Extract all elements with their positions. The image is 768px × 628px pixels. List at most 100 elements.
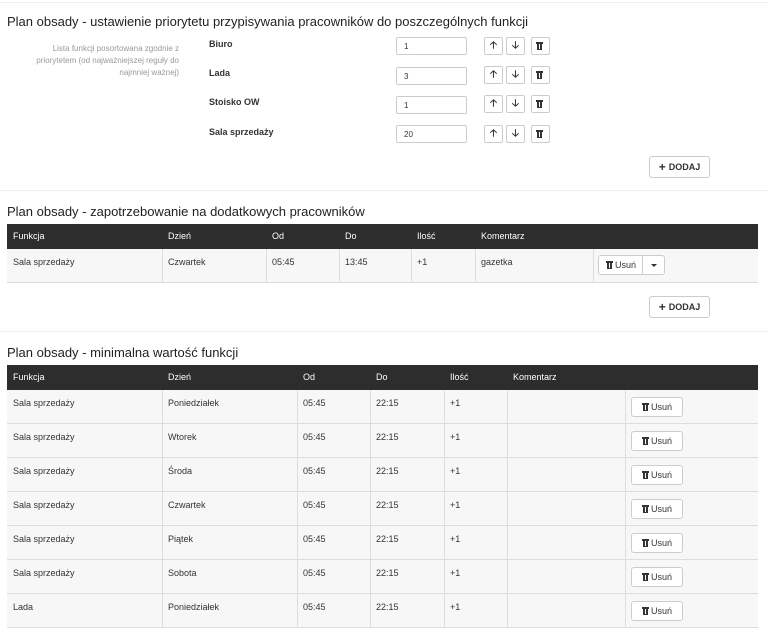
- table-row: Sala sprzedaży Wtorek 05:45 22:15 +1 Usuń: [7, 424, 758, 458]
- table-row: Sala sprzedaży Czwartek 05:45 13:45 +1 g…: [7, 249, 758, 283]
- extra-table-header: Funkcja Dzień Od Do Ilość Komentarz: [7, 224, 758, 249]
- delete-split-button: Usuń: [598, 255, 665, 275]
- cell-funkcja: Sala sprzedaży: [13, 500, 75, 510]
- delete-label: Usuń: [650, 606, 672, 616]
- add-priority-label: DODAJ: [668, 162, 701, 172]
- priority-label-stoisko-ow: Stoisko OW: [209, 97, 260, 107]
- column-header-od: Od: [272, 231, 285, 241]
- column-header-do: Do: [345, 231, 357, 241]
- delete-priority-button[interactable]: [531, 37, 550, 55]
- table-row: Lada Poniedziałek 05:45 22:15 +1 Usuń: [7, 594, 758, 628]
- delete-label: Usuń: [650, 572, 672, 582]
- caret-down-icon: [650, 263, 657, 267]
- cell-dzien: Wtorek: [168, 432, 197, 442]
- arrow-down-icon: 🡣: [511, 98, 520, 109]
- delete-priority-button[interactable]: [531, 125, 550, 143]
- trash-icon: [536, 71, 543, 79]
- plus-icon: +: [658, 300, 666, 314]
- move-up-button[interactable]: 🡡: [484, 66, 503, 84]
- plus-icon: +: [658, 160, 666, 174]
- arrow-up-icon: 🡡: [489, 128, 498, 139]
- delete-button[interactable]: Usuń: [631, 567, 683, 587]
- delete-button[interactable]: Usuń: [631, 533, 683, 553]
- column-header-komentarz: Komentarz: [481, 231, 525, 241]
- cell-do: 22:15: [376, 466, 399, 476]
- cell-ilosc: +1: [450, 568, 461, 578]
- cell-ilosc: +1: [450, 432, 461, 442]
- cell-ilosc: +1: [417, 257, 428, 267]
- priority-label-biuro: Biuro: [209, 39, 233, 49]
- move-up-button[interactable]: 🡡: [484, 125, 503, 143]
- add-extra-button[interactable]: + DODAJ: [649, 296, 710, 318]
- delete-dropdown-toggle[interactable]: [642, 256, 664, 274]
- trash-icon: [536, 130, 543, 138]
- table-row: Sala sprzedaży Poniedziałek 05:45 22:15 +1 Us…: [7, 390, 758, 424]
- trash-icon: [536, 42, 543, 50]
- delete-priority-button[interactable]: [531, 66, 550, 84]
- delete-label: Usuń: [650, 504, 672, 514]
- cell-funkcja: Sala sprzedaży: [13, 466, 75, 476]
- cell-dzien: Poniedziałek: [168, 398, 220, 408]
- priority-input-lada[interactable]: 3: [396, 67, 467, 85]
- trash-icon: [641, 607, 649, 615]
- cell-do: 22:15: [376, 534, 399, 544]
- delete-label: Usuń: [650, 538, 672, 548]
- column-header-funkcja: Funkcja: [13, 231, 45, 241]
- column-header-do: Do: [376, 372, 388, 382]
- cell-funkcja: Sala sprzedaży: [13, 398, 75, 408]
- cell-od: 05:45: [303, 466, 326, 476]
- arrow-down-icon: 🡣: [511, 128, 520, 139]
- cell-dzien: Środa: [168, 466, 193, 476]
- delete-button[interactable]: Usuń: [631, 431, 683, 451]
- move-down-button[interactable]: 🡣: [506, 95, 525, 113]
- minimum-table-header: Funkcja Dzień Od Do Ilość Komentarz: [7, 365, 758, 390]
- trash-icon: [641, 471, 649, 479]
- table-row: Sala sprzedaży Czwartek 05:45 22:15 +1 Usuń: [7, 492, 758, 526]
- delete-button[interactable]: Usuń: [599, 256, 642, 274]
- cell-od: 05:45: [303, 602, 326, 612]
- table-row: Sala sprzedaży Środa 05:45 22:15 +1 Usuń: [7, 458, 758, 492]
- cell-od: 05:45: [303, 534, 326, 544]
- delete-button[interactable]: Usuń: [631, 601, 683, 621]
- delete-priority-button[interactable]: [531, 95, 550, 113]
- column-header-dzien: Dzień: [168, 231, 192, 241]
- move-down-button[interactable]: 🡣: [506, 37, 525, 55]
- delete-label: Usuń: [615, 260, 637, 270]
- move-up-button[interactable]: 🡡: [484, 95, 503, 113]
- trash-icon: [606, 261, 613, 269]
- delete-button[interactable]: Usuń: [631, 397, 683, 417]
- cell-funkcja: Lada: [13, 602, 34, 612]
- delete-button[interactable]: Usuń: [631, 465, 683, 485]
- cell-funkcja: Sala sprzedaży: [13, 534, 75, 544]
- cell-do: 22:15: [376, 398, 399, 408]
- cell-dzien: Piątek: [168, 534, 194, 544]
- cell-funkcja: Sala sprzedaży: [13, 568, 75, 578]
- cell-ilosc: +1: [450, 534, 461, 544]
- column-header-ilosc: Ilość: [417, 231, 436, 241]
- cell-dzien: Czwartek: [168, 257, 206, 267]
- trash-icon: [641, 505, 649, 513]
- trash-icon: [641, 437, 649, 445]
- add-priority-button[interactable]: + DODAJ: [649, 156, 710, 178]
- extra-section-title: Plan obsady - zapotrzebowanie na dodatko…: [7, 204, 365, 219]
- move-down-button[interactable]: 🡣: [506, 125, 525, 143]
- priority-input-sala-sprzedazy[interactable]: 20: [396, 125, 467, 143]
- delete-button[interactable]: Usuń: [631, 499, 683, 519]
- move-up-button[interactable]: 🡡: [484, 37, 503, 55]
- delete-label: Usuń: [650, 470, 672, 480]
- move-down-button[interactable]: 🡣: [506, 66, 525, 84]
- priority-hint: Lista funkcji posortowana zgodnie z prio…: [36, 44, 179, 77]
- priority-input-biuro[interactable]: 1: [396, 37, 467, 55]
- trash-icon: [536, 100, 543, 108]
- priority-input-stoisko-ow[interactable]: 1: [396, 96, 467, 114]
- column-header-komentarz: Komentarz: [513, 372, 557, 382]
- trash-icon: [641, 573, 649, 581]
- table-row: Sala sprzedaży Piątek 05:45 22:15 +1 Usuń: [7, 526, 758, 560]
- cell-funkcja: Sala sprzedaży: [13, 257, 75, 267]
- cell-komentarz: gazetka: [481, 257, 513, 267]
- divider: [0, 190, 768, 191]
- column-header-od: Od: [303, 372, 316, 382]
- cell-ilosc: +1: [450, 500, 461, 510]
- minimum-section-title: Plan obsady - minimalna wartość funkcji: [7, 345, 239, 360]
- cell-do: 22:15: [376, 602, 399, 612]
